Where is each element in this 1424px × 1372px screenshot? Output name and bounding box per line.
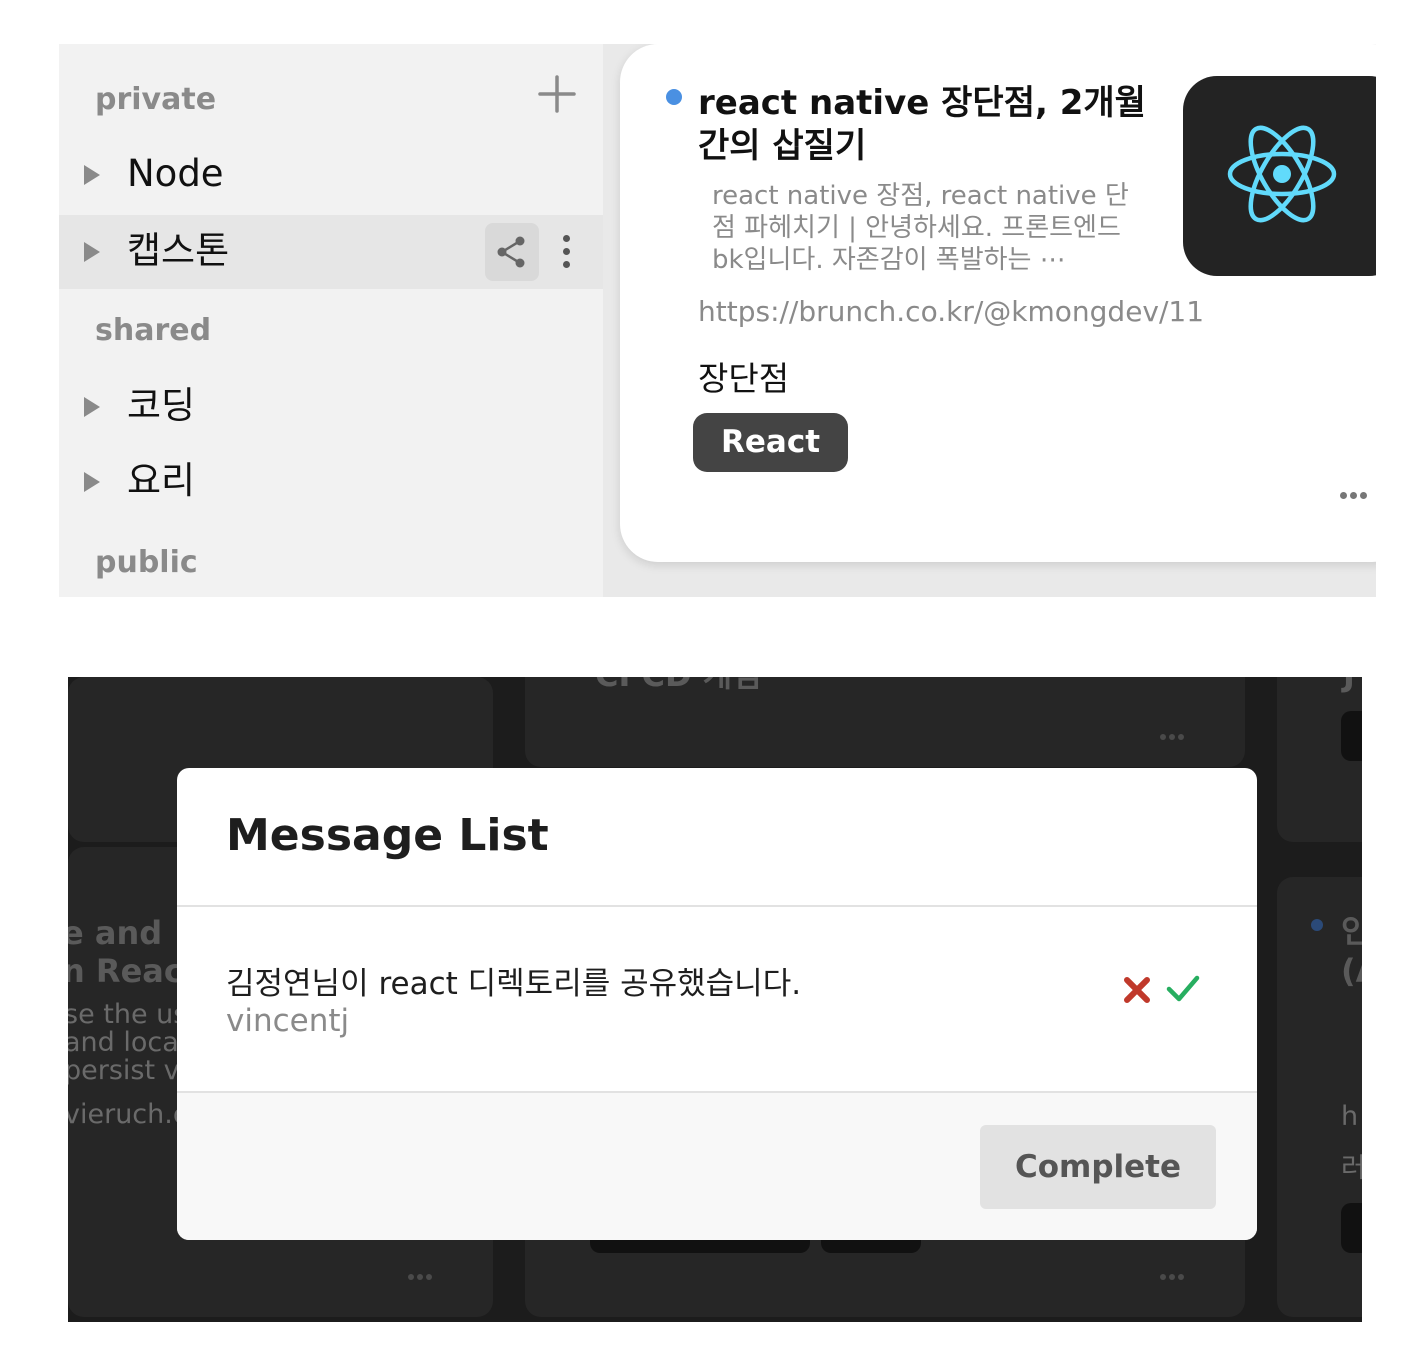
card-title[interactable]: react native 장단점, 2개월 간의 삽질기 bbox=[698, 82, 1158, 168]
background-card-title: e and bbox=[68, 914, 163, 952]
background-card-text: vieruch.c bbox=[68, 1099, 188, 1130]
plus-icon[interactable] bbox=[537, 74, 577, 114]
card-thumbnail bbox=[1183, 76, 1376, 276]
tag-badge[interactable]: React bbox=[693, 413, 849, 472]
expand-arrow-icon[interactable] bbox=[84, 397, 100, 417]
sidebar-item-capstone[interactable]: 캡스톤 bbox=[59, 215, 603, 289]
bottom-panel: CI CD 개념 J e and n Reac se the us and lo… bbox=[68, 677, 1362, 1322]
expand-arrow-icon[interactable] bbox=[84, 472, 100, 492]
sidebar-item-label: 코딩 bbox=[127, 384, 196, 427]
background-card-text: and loca bbox=[68, 1027, 179, 1058]
background-card-title: 인 bbox=[1341, 912, 1362, 950]
expand-arrow-icon[interactable] bbox=[84, 242, 100, 262]
background-card-text: h bbox=[1341, 1101, 1359, 1132]
share-button[interactable] bbox=[485, 223, 539, 281]
share-icon bbox=[497, 236, 525, 268]
background-card-title: CI CD 개념 bbox=[595, 677, 762, 693]
background-card-title: J bbox=[1343, 677, 1355, 693]
background-card-title: (A bbox=[1341, 952, 1362, 990]
reject-icon[interactable] bbox=[1123, 976, 1151, 1004]
expand-arrow-icon[interactable] bbox=[84, 165, 100, 185]
more-horizontal-icon bbox=[408, 1274, 434, 1280]
sidebar-item-label: Node bbox=[127, 152, 224, 195]
more-horizontal-icon[interactable] bbox=[1340, 492, 1372, 502]
more-vertical-icon[interactable] bbox=[557, 235, 577, 269]
accept-icon[interactable] bbox=[1165, 972, 1201, 1004]
message-sender: vincentj bbox=[226, 1003, 350, 1039]
more-horizontal-icon bbox=[1160, 734, 1186, 740]
section-label-public: public bbox=[95, 545, 198, 580]
message-text: 김정연님이 react 디렉토리를 공유했습니다. bbox=[226, 966, 802, 1002]
background-card-text: se the us bbox=[68, 999, 188, 1030]
background-card-text: persist v bbox=[68, 1055, 180, 1086]
sidebar-item-coding[interactable]: 코딩 bbox=[59, 370, 603, 444]
directory-sidebar: private Node 캡스톤 shared 코딩 요리 public bbox=[59, 44, 603, 597]
modal-title: Message List bbox=[226, 810, 549, 861]
divider bbox=[177, 905, 1257, 907]
message-list-modal: Message List 김정연님이 react 디렉토리를 공유했습니다. v… bbox=[177, 768, 1257, 1240]
react-logo-icon bbox=[1227, 125, 1337, 223]
complete-button[interactable]: Complete bbox=[980, 1125, 1216, 1209]
card-memo: 장단점 bbox=[698, 359, 790, 398]
section-label-private: private bbox=[95, 82, 217, 117]
background-card: J bbox=[1277, 677, 1362, 842]
background-card: 인 (A h 러 bbox=[1277, 877, 1362, 1317]
sidebar-item-label: 요리 bbox=[127, 459, 196, 502]
card-description: react native 장점, react native 단점 파헤치기 | … bbox=[712, 181, 1129, 275]
sidebar-item-node[interactable]: Node bbox=[59, 138, 603, 212]
background-card: CI CD 개념 bbox=[525, 677, 1245, 767]
sidebar-item-cooking[interactable]: 요리 bbox=[59, 445, 603, 519]
unread-dot bbox=[666, 89, 682, 105]
card-url[interactable]: https://brunch.co.kr/@kmongdev/11 bbox=[698, 295, 1204, 328]
top-panel: private Node 캡스톤 shared 코딩 요리 public rea… bbox=[59, 44, 1376, 597]
modal-footer: Complete bbox=[177, 1091, 1257, 1240]
background-card-text: 러 bbox=[1341, 1153, 1362, 1184]
background-card-title: n Reac bbox=[68, 952, 183, 990]
section-label-shared: shared bbox=[95, 313, 212, 348]
bookmark-card[interactable]: react native 장단점, 2개월 간의 삽질기 react nativ… bbox=[620, 44, 1376, 562]
sidebar-item-label: 캡스톤 bbox=[127, 229, 230, 272]
more-horizontal-icon bbox=[1160, 1274, 1186, 1280]
